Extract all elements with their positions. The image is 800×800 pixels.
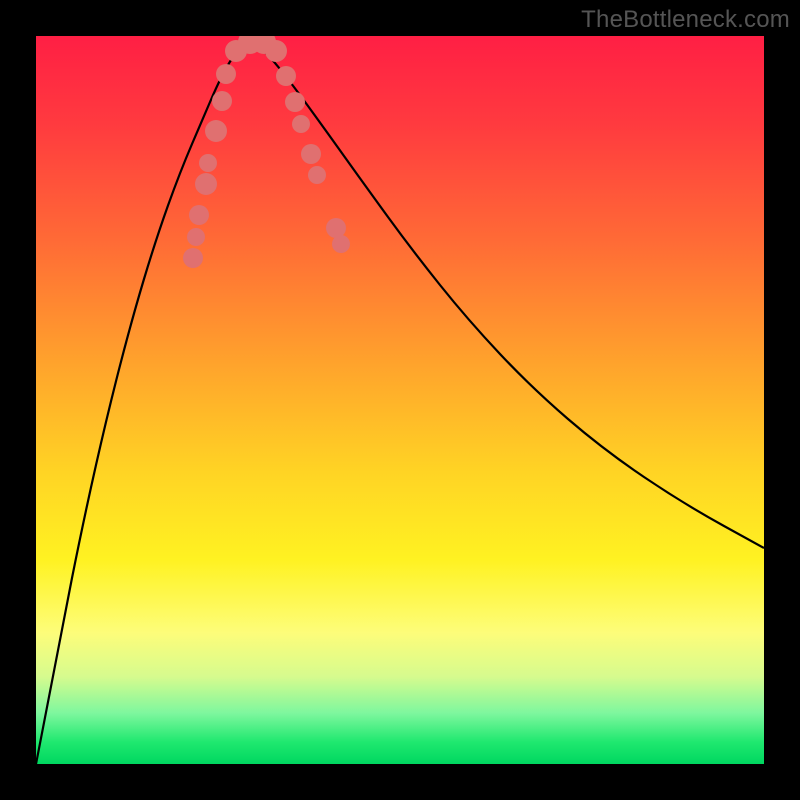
marker-dot (308, 166, 326, 184)
marker-dot (265, 40, 287, 62)
marker-dot (326, 218, 346, 238)
marker-dot (199, 154, 217, 172)
chart-frame: TheBottleneck.com (0, 0, 800, 800)
marker-dot (205, 120, 227, 142)
watermark-text: TheBottleneck.com (581, 6, 790, 34)
bottleneck-curves (36, 40, 764, 764)
marker-dot (195, 173, 217, 195)
data-markers (183, 36, 350, 268)
marker-dot (189, 205, 209, 225)
marker-dot (276, 66, 296, 86)
marker-dot (285, 92, 305, 112)
series-left-curve (36, 40, 252, 764)
marker-dot (187, 228, 205, 246)
marker-dot (292, 115, 310, 133)
marker-dot (183, 248, 203, 268)
marker-dot (212, 91, 232, 111)
marker-dot (332, 235, 350, 253)
series-right-curve (252, 40, 764, 548)
marker-dot (301, 144, 321, 164)
marker-dot (216, 64, 236, 84)
curve-layer (36, 36, 764, 764)
plot-area (36, 36, 764, 764)
